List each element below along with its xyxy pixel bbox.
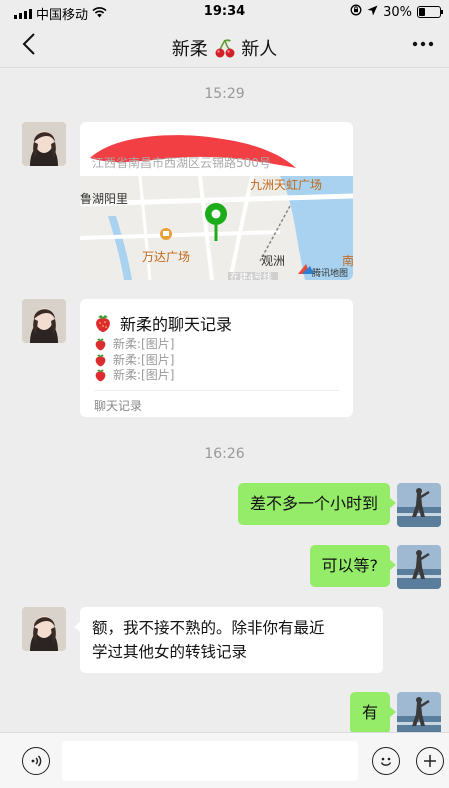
location-arrow-icon <box>367 5 378 20</box>
timestamp: 16:26 <box>204 446 245 462</box>
record-line-text: 新柔:[图片] <box>113 368 175 382</box>
record-line-text: 新柔:[图片] <box>113 337 175 351</box>
status-bar: 中国移动 19:34 30% <box>0 0 449 24</box>
record-title: 新柔的聊天记录 <box>94 311 232 335</box>
strawberry-icon <box>94 313 112 333</box>
strawberry-icon <box>94 337 107 351</box>
message-line: 学过其他女的转钱记录 <box>92 643 248 661</box>
location-card[interactable]: 江西省南昌市西湖区云锦路500号 九洲天虹广场 鲁湖阳里 万达广场 观洲 南 在… <box>80 122 353 280</box>
battery-fill <box>419 8 425 16</box>
battery-icon <box>417 6 443 18</box>
message-bubble-sent[interactable]: 差不多一个小时到 <box>237 483 397 525</box>
message-line: 额，我不接不熟的。除非你有最近 <box>92 619 325 637</box>
map-provider: 腾讯地图 <box>312 269 349 279</box>
message-bubble-sent[interactable]: 可以等? <box>309 545 396 587</box>
ellipsis-icon[interactable] <box>411 32 435 62</box>
record-footer: 聊天记录 <box>94 399 143 413</box>
status-right: 30% <box>350 4 443 20</box>
message-bubble-sent[interactable]: 有 <box>349 692 397 734</box>
chat-record-card[interactable]: 新柔的聊天记录 新柔:[图片] 新柔:[图片] 新柔:[图片] 聊天记录 <box>80 299 353 417</box>
location-address: 江西省南昌市西湖区云锦路500号 <box>92 156 271 170</box>
message-bubble-received[interactable]: 额，我不接不熟的。除非你有最近 学过其他女的转钱记录 <box>74 607 383 673</box>
record-line: 新柔:[图片] <box>94 335 174 352</box>
map-label: 万达广场 <box>142 250 191 264</box>
nav-bar: 新柔 新人 <box>0 24 449 68</box>
avatar-self[interactable] <box>397 483 441 527</box>
cherries-icon <box>214 38 236 63</box>
map-label: 在建4号线 <box>230 273 272 280</box>
map-label: 观洲 <box>261 254 286 268</box>
record-line: 新柔:[图片] <box>94 366 174 383</box>
strawberry-icon <box>94 368 107 382</box>
battery-percent: 30% <box>383 4 412 20</box>
chat-title: 新柔 新人 <box>0 35 449 63</box>
avatar-contact[interactable] <box>22 122 66 166</box>
title-suffix: 新人 <box>241 39 278 60</box>
record-title-text: 新柔的聊天记录 <box>120 315 233 334</box>
title-name: 新柔 <box>171 39 208 60</box>
input-bar <box>0 732 449 788</box>
avatar-contact[interactable] <box>22 299 66 343</box>
map-label: 九洲天虹广场 <box>250 178 323 192</box>
plus-icon[interactable] <box>416 747 444 775</box>
timestamp: 15:29 <box>204 86 245 102</box>
avatar-self[interactable] <box>397 692 441 736</box>
emoji-icon[interactable] <box>372 747 400 775</box>
message-input[interactable] <box>62 741 358 781</box>
record-divider <box>94 390 339 391</box>
strawberry-icon <box>94 353 107 367</box>
map-label: 鲁湖阳里 <box>80 192 129 206</box>
avatar-contact[interactable] <box>22 607 66 651</box>
map-thumbnail: 九洲天虹广场 鲁湖阳里 万达广场 观洲 南 在建4号线 腾讯地图 <box>80 176 353 280</box>
rotation-lock-icon <box>350 4 362 20</box>
avatar-self[interactable] <box>397 545 441 589</box>
voice-icon[interactable] <box>22 747 50 775</box>
